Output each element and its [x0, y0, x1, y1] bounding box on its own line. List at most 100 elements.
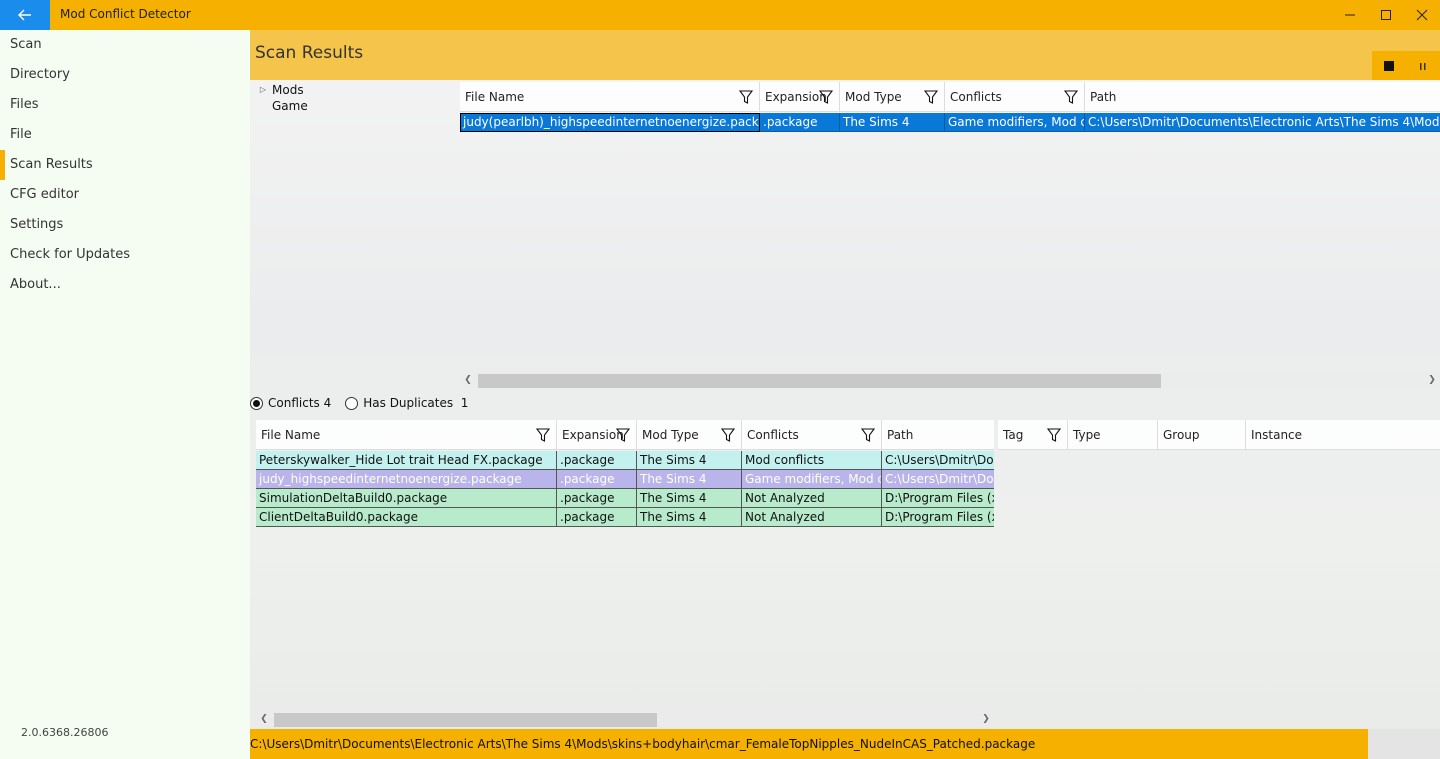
top-grid-scrollbar[interactable]: ❮ ❯: [460, 372, 1440, 388]
scroll-right-icon[interactable]: ❯: [1424, 372, 1440, 388]
filter-icon[interactable]: [861, 428, 875, 442]
back-arrow-icon: [18, 9, 32, 21]
cell-conflicts[interactable]: Not Analyzed: [742, 489, 882, 508]
minimize-button[interactable]: [1332, 0, 1368, 30]
column-mod-type[interactable]: Mod Type: [840, 82, 945, 112]
close-button[interactable]: [1404, 0, 1440, 30]
status-bar: C:\Users\Dmitr\Documents\Electronic Arts…: [250, 729, 1368, 759]
column-path[interactable]: Path: [1085, 82, 1440, 112]
maximize-icon: [1380, 9, 1392, 21]
maximize-button[interactable]: [1368, 0, 1404, 30]
nav-item-files[interactable]: Files: [0, 90, 250, 120]
grid-header: Tag Type Group Instance: [998, 420, 1440, 450]
column-file-name[interactable]: File Name: [256, 420, 557, 450]
cell-expansion[interactable]: .package: [557, 508, 637, 527]
cell-file-name[interactable]: judy_highspeedinternetnoenergize.package: [256, 470, 557, 489]
cell-file-name[interactable]: SimulationDeltaBuild0.package: [256, 489, 557, 508]
column-conflicts[interactable]: Conflicts: [742, 420, 882, 450]
cell-expansion[interactable]: .package: [557, 470, 637, 489]
sidebar: Scan Directory Files File Scan Results C…: [0, 30, 250, 759]
filter-icon[interactable]: [1047, 428, 1061, 442]
cell-path[interactable]: C:\Users\Dmitr\Documents\Electronic Arts…: [1085, 113, 1440, 132]
cell-file-name[interactable]: Peterskywalker_Hide Lot trait Head FX.pa…: [256, 451, 557, 470]
scrollbar-thumb[interactable]: [478, 374, 1161, 388]
cell-conflicts[interactable]: Not Analyzed: [742, 508, 882, 527]
close-icon: [1416, 9, 1428, 21]
status-progress: [1368, 729, 1440, 759]
cell-mod-type[interactable]: The Sims 4: [637, 508, 742, 527]
nav-item-scan-results[interactable]: Scan Results: [0, 150, 250, 180]
conflicts-radio[interactable]: [250, 397, 263, 410]
scroll-left-icon[interactable]: ❮: [256, 711, 272, 727]
table-row[interactable]: SimulationDeltaBuild0.package .package T…: [256, 489, 994, 508]
cell-conflicts[interactable]: Game modifiers, Mod conflicts: [945, 113, 1085, 132]
table-row[interactable]: judy(pearlbh)_highspeedinternetnoenergiz…: [460, 113, 1440, 132]
cell-conflicts[interactable]: Game modifiers, Mod conflicts: [742, 470, 882, 489]
cell-mod-type[interactable]: The Sims 4: [637, 489, 742, 508]
scrollbar-thumb[interactable]: [274, 713, 657, 727]
stop-button[interactable]: [1372, 51, 1406, 80]
cell-mod-type[interactable]: The Sims 4: [840, 113, 945, 132]
column-expansion[interactable]: Expansion: [557, 420, 637, 450]
column-instance[interactable]: Instance: [1246, 420, 1440, 450]
result-filter: Conflicts 4 Has Duplicates 1: [250, 395, 468, 411]
column-expansion[interactable]: Expansion: [760, 82, 840, 112]
cell-path[interactable]: C:\Users\Dmitr\Documents: [882, 451, 994, 470]
filter-icon[interactable]: [739, 90, 753, 104]
filter-icon[interactable]: [924, 90, 938, 104]
table-row[interactable]: ClientDeltaBuild0.package .package The S…: [256, 508, 994, 527]
nav-item-scan[interactable]: Scan: [0, 30, 250, 60]
filter-icon[interactable]: [536, 428, 550, 442]
grid-header: File Name Expansion Mod Type Conflicts P…: [460, 82, 1440, 112]
scan-controls: [1372, 51, 1440, 80]
version-label: 2.0.6368.26806: [21, 726, 108, 739]
tree-item-game[interactable]: Game: [250, 98, 450, 114]
scroll-right-icon[interactable]: ❯: [978, 711, 994, 727]
cell-expansion[interactable]: .package: [557, 489, 637, 508]
tree-item-label: Game: [272, 98, 308, 114]
nav-item-settings[interactable]: Settings: [0, 210, 250, 240]
filter-icon[interactable]: [616, 428, 630, 442]
filter-icon[interactable]: [1064, 90, 1078, 104]
cell-path[interactable]: D:\Program Files (x86): [882, 508, 994, 527]
cell-expansion[interactable]: .package: [557, 451, 637, 470]
bottom-grid-scrollbar[interactable]: ❮ ❯: [256, 711, 994, 727]
mods-grid: File Name Expansion Mod Type Conflicts P…: [460, 82, 1440, 132]
main-content: Scan Results ▷ Mods Game File Name Expan…: [250, 30, 1440, 759]
cell-file-name[interactable]: judy(pearlbh)_highspeedinternetnoenergiz…: [460, 113, 760, 132]
column-type[interactable]: Type: [1068, 420, 1158, 450]
column-file-name[interactable]: File Name: [460, 82, 760, 112]
expand-triangle-icon[interactable]: ▷: [250, 82, 272, 98]
cell-expansion[interactable]: .package: [760, 113, 840, 132]
column-path[interactable]: Path: [882, 420, 994, 450]
nav-item-directory[interactable]: Directory: [0, 60, 250, 90]
nav-item-cfg-editor[interactable]: CFG editor: [0, 180, 250, 210]
scroll-left-icon[interactable]: ❮: [460, 372, 476, 388]
conflicts-label: Conflicts: [268, 396, 320, 410]
nav-item-check-for-updates[interactable]: Check for Updates: [0, 240, 250, 270]
cell-mod-type[interactable]: The Sims 4: [637, 451, 742, 470]
filter-icon[interactable]: [819, 90, 833, 104]
cell-file-name[interactable]: ClientDeltaBuild0.package: [256, 508, 557, 527]
title-bar: Mod Conflict Detector: [0, 0, 1440, 30]
cell-conflicts[interactable]: Mod conflicts: [742, 451, 882, 470]
pause-button[interactable]: [1406, 51, 1440, 80]
tree-item-mods[interactable]: ▷ Mods: [250, 82, 450, 98]
nav-item-file[interactable]: File: [0, 120, 250, 150]
column-tag[interactable]: Tag: [998, 420, 1068, 450]
nav-item-about[interactable]: About...: [0, 270, 250, 300]
conflict-files-grid: File Name Expansion Mod Type Conflicts P…: [256, 420, 994, 527]
cell-path[interactable]: D:\Program Files (x86): [882, 489, 994, 508]
column-mod-type[interactable]: Mod Type: [637, 420, 742, 450]
duplicates-radio[interactable]: [345, 397, 358, 410]
column-conflicts[interactable]: Conflicts: [945, 82, 1085, 112]
conflicts-count: 4: [324, 396, 332, 410]
back-button[interactable]: [0, 0, 50, 30]
column-group[interactable]: Group: [1158, 420, 1246, 450]
table-row[interactable]: Peterskywalker_Hide Lot trait Head FX.pa…: [256, 451, 994, 470]
duplicates-count: 1: [461, 396, 469, 410]
cell-path[interactable]: C:\Users\Dmitr\Documents: [882, 470, 994, 489]
filter-icon[interactable]: [721, 428, 735, 442]
table-row[interactable]: judy_highspeedinternetnoenergize.package…: [256, 470, 994, 489]
cell-mod-type[interactable]: The Sims 4: [637, 470, 742, 489]
